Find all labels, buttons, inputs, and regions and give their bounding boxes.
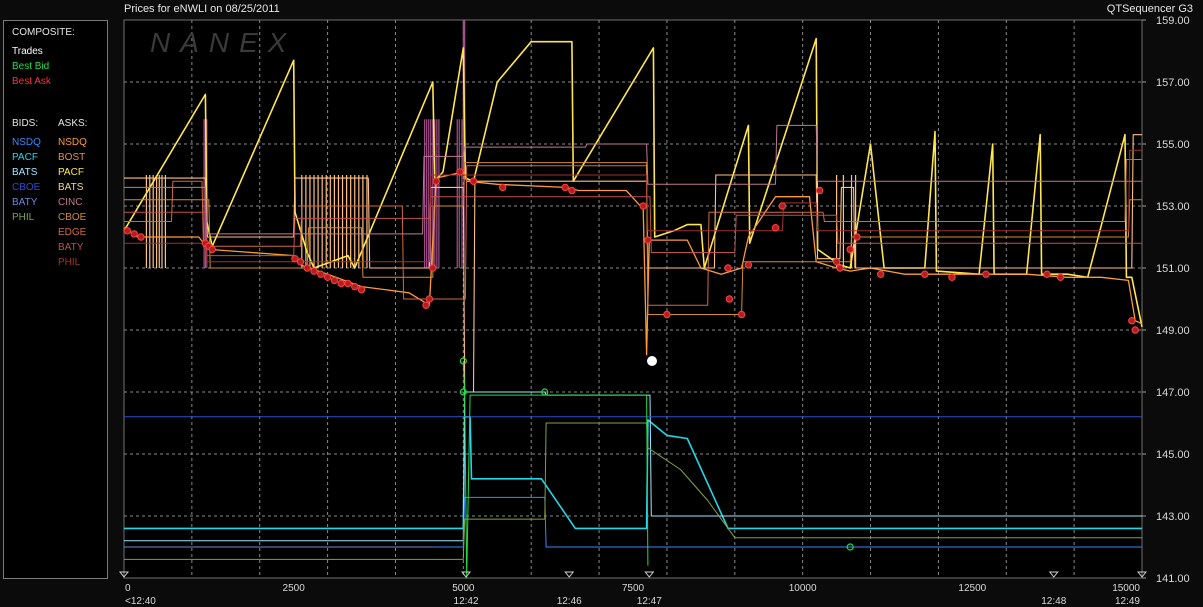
best-ask-marker-17 [422,301,430,309]
y-tick-label-4: 149.00 [1156,325,1190,337]
best-ask-marker-36 [832,258,841,266]
best-ask-marker-18 [425,295,434,303]
qtsequencer-window: Prices for eNWLI on 08/25/2011 QTSequenc… [0,0,1203,607]
best-ask-marker-7 [296,258,305,266]
best-ask-marker-13 [337,279,345,288]
best-ask-marker-39 [853,233,861,241]
best-ask-marker-43 [982,270,990,278]
y-tick-label-6: 153.00 [1156,201,1190,213]
best-ask-marker-20 [432,177,440,185]
y-tick-label-3: 147.00 [1156,387,1190,399]
best-ask-marker-2 [137,233,145,241]
time-label-1: 12:42 [454,596,479,607]
best-ask-marker-10 [317,270,325,278]
best-ask-marker-19 [429,264,437,272]
price-chart[interactable]: NANEX 141.00 143.00 145.00 147.00 149.00 151.… [0,0,1203,607]
best-ask-marker-44 [1043,270,1051,278]
best-ask-marker-41 [921,270,929,278]
best-ask-marker-47 [1131,326,1139,334]
best-ask-marker-22 [469,177,478,185]
best-ask-marker-45 [1056,273,1065,281]
best-ask-marker-1 [130,230,138,238]
x-tick-label-6: 15000 [1112,583,1140,594]
best-ask-marker-34 [778,202,787,210]
best-ask-marker-21 [456,168,464,176]
best-ask-marker-26 [639,202,647,210]
x-tick-label-2: 5000 [452,583,475,594]
best-ask-marker-38 [846,245,854,254]
best-ask-marker-9 [310,267,318,275]
best-ask-marker-37 [836,264,844,272]
time-label-2: 12:46 [557,596,582,607]
trade-point-0 [647,356,658,366]
x-tick-label-5: 12500 [958,583,986,594]
y-tick-label-8: 157.00 [1156,77,1190,89]
best-ask-marker-25 [568,186,576,195]
best-ask-marker-14 [344,279,352,288]
best-ask-marker-46 [1128,317,1136,325]
best-ask-marker-32 [744,261,753,269]
time-label-5: 12:49 [1115,596,1140,607]
x-tick-label-4: 10000 [789,583,817,594]
best-ask-marker-5 [208,245,216,254]
best-ask-marker-24 [561,183,569,192]
time-label-3: 12:47 [637,596,662,607]
best-ask-marker-23 [498,183,507,192]
best-ask-marker-16 [357,286,366,294]
best-ask-marker-29 [724,264,732,272]
x-tick-label-3: 7500 [622,583,645,594]
x-tick-label-0: 0 [125,583,131,594]
time-label-0: <12:40 [125,596,156,607]
best-ask-marker-15 [351,282,359,291]
best-ask-marker-30 [725,295,734,303]
best-ask-marker-31 [737,310,746,319]
best-ask-marker-33 [771,224,780,232]
plot-area [123,19,1143,579]
y-tick-label-2: 145.00 [1156,449,1190,461]
best-ask-marker-8 [303,264,311,272]
best-ask-marker-0 [123,227,132,235]
best-ask-marker-40 [877,270,885,278]
watermark: NANEX [150,27,296,58]
y-tick-label-7: 155.00 [1156,139,1190,151]
best-ask-marker-35 [815,186,824,195]
best-ask-marker-28 [663,310,671,319]
best-ask-marker-42 [948,273,956,281]
best-ask-marker-27 [644,236,652,244]
x-tick-label-1: 2500 [283,583,306,594]
best-ask-marker-11 [323,273,332,281]
y-tick-label-5: 151.00 [1156,263,1190,275]
time-label-4: 12:48 [1041,596,1066,607]
y-tick-label-9: 159.00 [1156,15,1190,27]
y-tick-label-1: 143.00 [1156,511,1190,523]
y-tick-label-0: 141.00 [1156,573,1190,585]
best-ask-marker-12 [330,276,339,285]
